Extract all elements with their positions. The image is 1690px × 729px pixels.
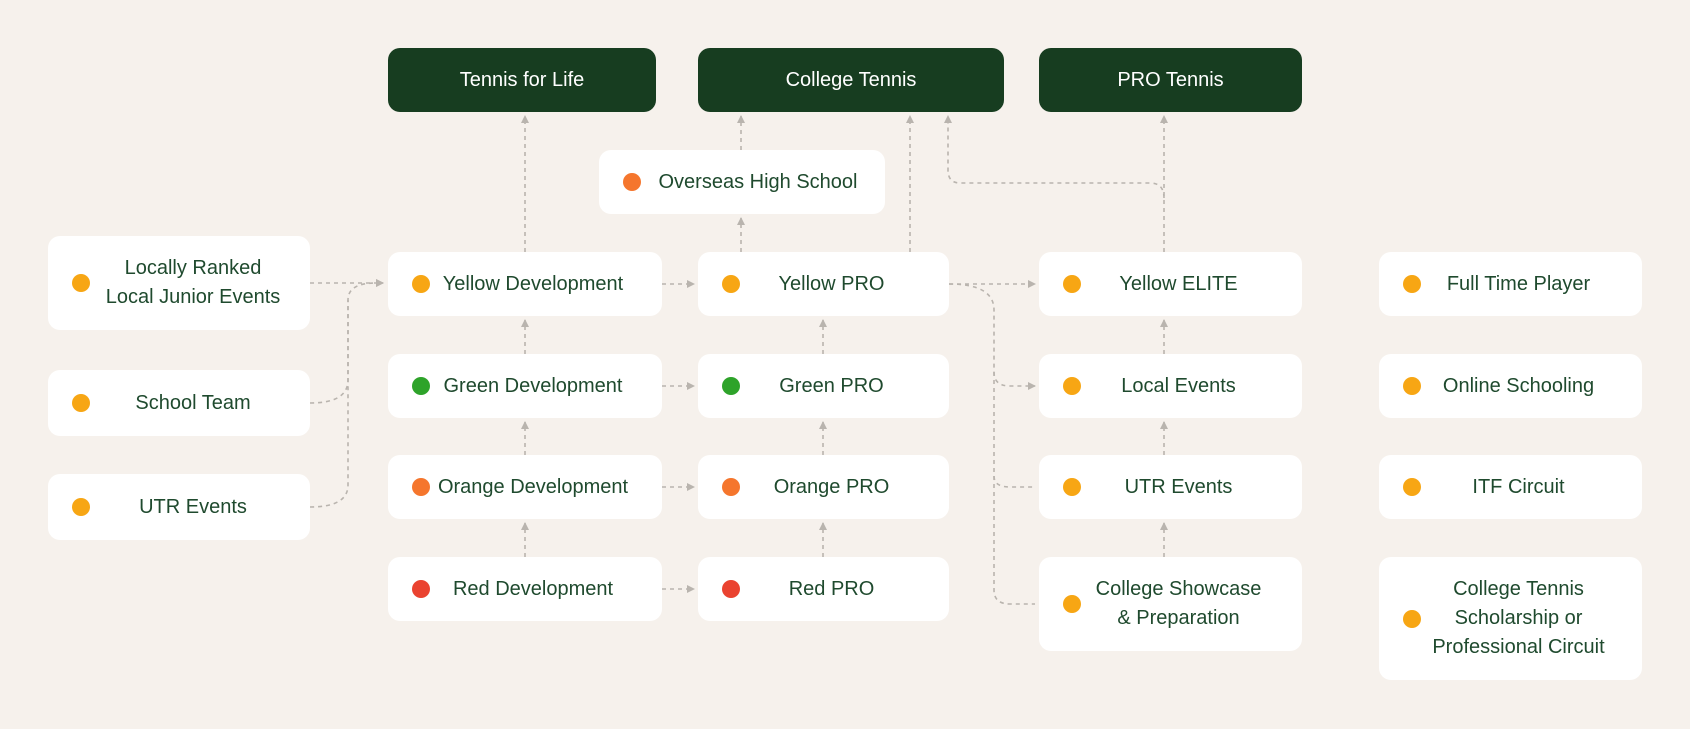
connector-arrow [309, 279, 384, 404]
goal-college-tennis: College Tennis [698, 48, 1004, 112]
goal-pro-tennis-label: PRO Tennis [1117, 68, 1224, 91]
input-label: UTR Events [139, 495, 247, 518]
status-dot [623, 173, 641, 191]
elite-local-events: Local Events [1039, 354, 1302, 418]
outcome-label: College Tennis Scholarship or Profession… [1432, 578, 1605, 658]
elite-label: College Showcase & Preparation [1095, 578, 1262, 629]
status-dot [722, 275, 740, 293]
elite-utr-events: UTR Events [1039, 455, 1302, 519]
pro-label: Yellow PRO [778, 272, 885, 295]
input-utr-events: UTR Events [48, 474, 310, 540]
status-dot [412, 580, 430, 598]
development-yellow: Yellow Development [388, 252, 662, 316]
outcome-college-scholarship: College Tennis Scholarship or Profession… [1379, 557, 1642, 680]
outcome-label: ITF Circuit [1472, 475, 1565, 498]
tennis-pathway-diagram: Tennis for Life College Tennis PRO Tenni… [0, 0, 1690, 729]
outcome-label: Full Time Player [1446, 272, 1591, 295]
elite-yellow: Yellow ELITE [1039, 252, 1302, 316]
pro-label: Green PRO [779, 374, 884, 397]
status-dot [1063, 275, 1081, 293]
outcome-label: Online Schooling [1442, 374, 1595, 397]
development-label: Red Development [452, 577, 614, 600]
status-dot [1403, 478, 1421, 496]
pro-red: Red PRO [698, 557, 949, 621]
input-label: Locally Ranked Local Junior Events [105, 257, 281, 308]
status-dot [1063, 595, 1081, 613]
connector-arrow [948, 283, 1036, 390]
input-school-team: School Team [48, 370, 310, 436]
connector-arrow [993, 476, 1035, 605]
development-label: Yellow Development [442, 272, 624, 295]
goal-tennis-for-life-label: Tennis for Life [459, 68, 585, 91]
elite-label: UTR Events [1124, 475, 1233, 498]
input-locally-ranked: Locally Ranked Local Junior Events [48, 236, 310, 330]
status-dot [72, 274, 90, 292]
elite-label: Yellow ELITE [1119, 272, 1238, 295]
input-label: School Team [135, 391, 251, 414]
connector-arrow [993, 372, 1035, 488]
status-dot [72, 394, 90, 412]
development-green: Green Development [388, 354, 662, 418]
development-label: Orange Development [437, 475, 629, 498]
status-dot [1063, 478, 1081, 496]
status-dot [1403, 275, 1421, 293]
elite-college-showcase: College Showcase & Preparation [1039, 557, 1302, 651]
status-dot [1403, 377, 1421, 395]
outcome-itf-circuit: ITF Circuit [1379, 455, 1642, 519]
development-orange: Orange Development [388, 455, 662, 519]
status-dot [1403, 609, 1421, 628]
elite-label: Local Events [1121, 374, 1236, 397]
status-dot [412, 275, 430, 293]
overseas-high-school-label: Overseas High School [658, 170, 858, 193]
goal-pro-tennis: PRO Tennis [1039, 48, 1302, 112]
status-dot [412, 377, 430, 395]
development-red: Red Development [388, 557, 662, 621]
outcome-online-schooling: Online Schooling [1379, 354, 1642, 418]
development-label: Green Development [443, 374, 623, 397]
pro-label: Red PRO [788, 577, 875, 600]
outcome-full-time-player: Full Time Player [1379, 252, 1642, 316]
pro-label: Orange PRO [773, 475, 890, 498]
status-dot [72, 498, 90, 516]
status-dot [412, 478, 430, 496]
goal-tennis-for-life: Tennis for Life [388, 48, 656, 112]
pro-orange: Orange PRO [698, 455, 949, 519]
connector-arrow [309, 300, 349, 508]
overseas-high-school-node: Overseas High School [599, 150, 885, 214]
status-dot [722, 478, 740, 496]
status-dot [722, 580, 740, 598]
status-dot [722, 377, 740, 395]
status-dot [1063, 377, 1081, 395]
pro-yellow: Yellow PRO [698, 252, 949, 316]
goal-college-tennis-label: College Tennis [785, 68, 917, 91]
pro-green: Green PRO [698, 354, 949, 418]
connector-arrow [944, 115, 1165, 199]
